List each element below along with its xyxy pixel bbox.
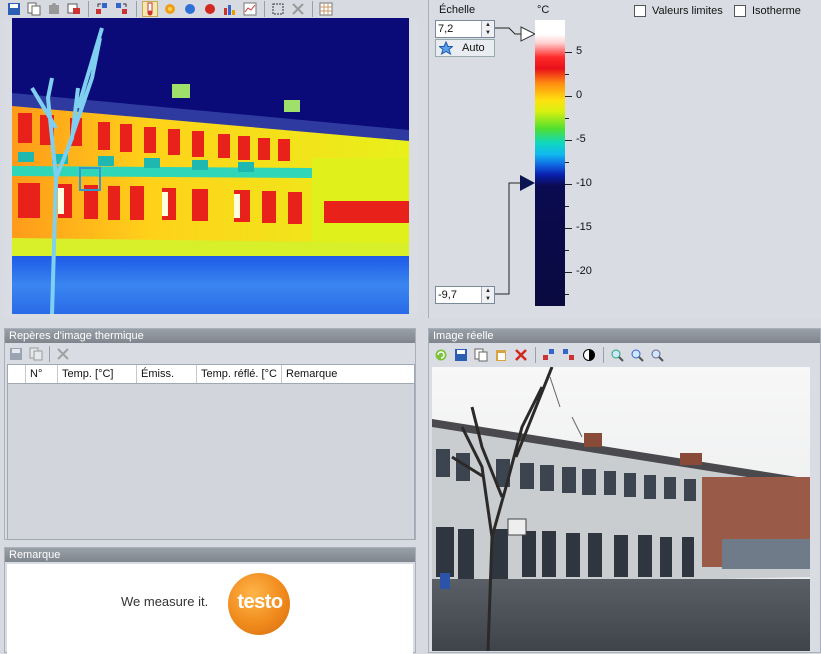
rotate-right-icon[interactable] [561,347,577,363]
markers-panel: Repères d'image thermique N° Temp. [°C] … [4,328,416,540]
zoom-out-icon[interactable] [629,347,645,363]
slogan-text: We measure it. [121,594,209,609]
scale-tick [565,140,572,141]
rotate-right-icon[interactable] [114,1,130,17]
paste-icon[interactable] [493,347,509,363]
real-image-panel-title: Image réelle [429,329,820,343]
profile-icon[interactable] [242,1,258,17]
table-header: N° Temp. [°C] Émiss. Temp. réflé. [°C Re… [8,365,414,384]
select-area-icon[interactable] [270,1,286,17]
scale-minor-tick [565,74,569,75]
scale-tick-label: 0 [576,89,583,101]
contrast-icon[interactable] [581,347,597,363]
logo-text: testo [237,591,283,613]
save-icon[interactable] [453,347,469,363]
zoom-fit-icon[interactable] [649,347,665,363]
markers-table: N° Temp. [°C] Émiss. Temp. réflé. [°C Re… [7,364,415,540]
limit-values-checkbox[interactable] [634,5,646,17]
remark-panel: Remarque We measure it. testo [4,547,416,654]
scale-tick-label: 5 [576,45,583,57]
export-icon[interactable] [66,1,82,17]
remark-panel-title: Remarque [5,548,415,562]
column-select[interactable] [8,365,26,383]
zoom-in-icon[interactable] [609,347,625,363]
copy-icon[interactable] [473,347,489,363]
scale-tick-label: -20 [576,265,592,277]
scale-minor-tick [565,250,569,251]
puzzle-icon[interactable] [46,1,62,17]
scale-minor-tick [565,294,569,295]
rotate-left-icon[interactable] [541,347,557,363]
refresh-icon[interactable] [433,347,449,363]
scale-minor-tick [565,162,569,163]
column-emissivity[interactable]: Émiss. [137,365,197,383]
histogram-icon[interactable] [222,1,238,17]
isotherm-checkbox[interactable] [734,5,746,17]
scale-minor-tick [565,118,569,119]
isotherm-label: Isotherme [752,5,801,17]
scale-tick [565,96,572,97]
scale-minor-tick [565,206,569,207]
column-reflected-temp[interactable]: Temp. réflé. [°C [197,365,282,383]
min-slider-handle[interactable] [520,175,535,191]
scale-connectors [495,27,521,295]
delete-icon[interactable] [290,1,306,17]
delete-icon[interactable] [55,346,71,362]
scale-tick [565,184,572,185]
column-remark[interactable]: Remarque [282,365,414,383]
scale-tick-label: -10 [576,177,592,189]
coldspot-icon[interactable] [182,1,198,17]
remark-content[interactable]: We measure it. testo [7,564,413,654]
scale-panel: Échelle °C 7,2 ▲ ▼ Auto -9,7 ▲ ▼ Valeurs l… [428,0,821,318]
column-temp[interactable]: Temp. [°C] [58,365,137,383]
real-image-panel: Image réelle [428,328,821,653]
max-handle-outline [520,26,536,42]
markers-panel-title: Repères d'image thermique [5,329,415,343]
save-icon[interactable] [8,346,24,362]
limit-values-label: Valeurs limites [652,5,723,17]
scale-tick-label: -5 [576,133,586,145]
thermal-image[interactable] [12,18,409,314]
copy-icon[interactable] [26,1,42,17]
hotspot-icon[interactable] [162,1,178,17]
scale-tick-label: -15 [576,221,592,233]
color-scale-bar [535,20,565,306]
save-icon[interactable] [6,1,22,17]
scale-tick [565,272,572,273]
delete-icon[interactable] [513,347,529,363]
thermal-image-panel [4,18,419,318]
thermometer-icon[interactable] [142,1,158,17]
thermal-toolbar [0,0,420,18]
grid-icon[interactable] [318,1,334,17]
hotpoint-icon[interactable] [202,1,218,17]
scale-tick [565,228,572,229]
column-number[interactable]: N° [26,365,58,383]
real-photo[interactable] [432,367,810,651]
rotate-left-icon[interactable] [94,1,110,17]
scale-tick [565,52,572,53]
copy-icon[interactable] [28,346,44,362]
